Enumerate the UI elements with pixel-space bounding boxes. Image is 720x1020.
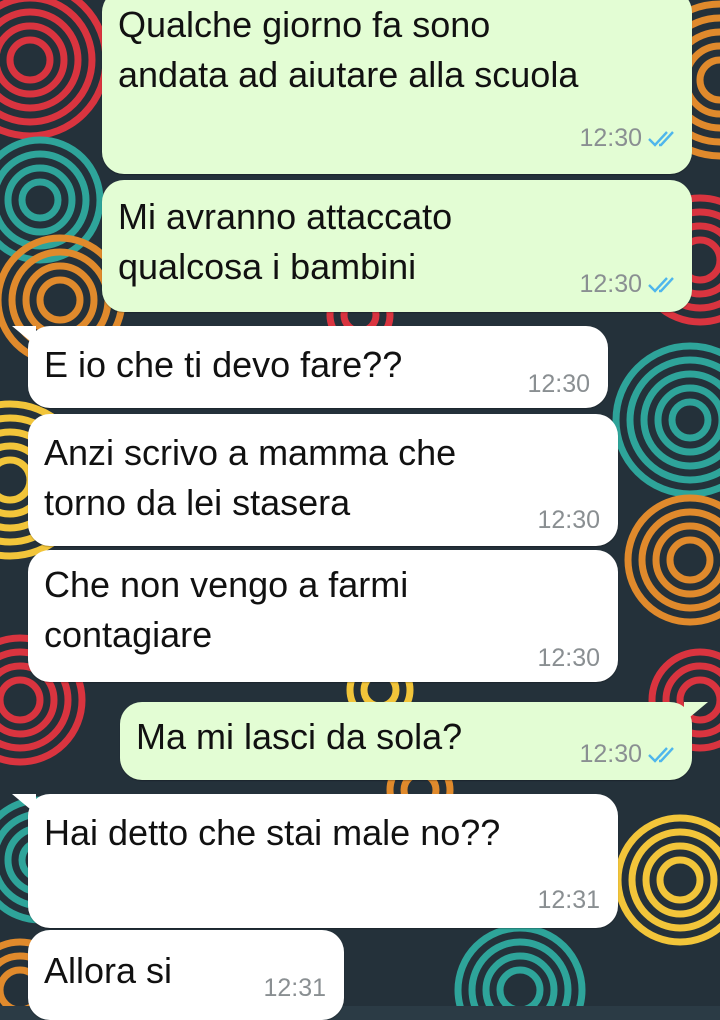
bubble-tail	[12, 326, 36, 346]
message-text: Che non vengo a farmi contagiare	[44, 564, 409, 655]
double-check-icon	[648, 746, 674, 763]
message-text: Qualche giorno fa sono andata ad aiutare…	[118, 4, 579, 95]
message-bubble-incoming[interactable]: Anzi scrivo a mamma che torno da lei sta…	[28, 414, 618, 546]
message-time: 12:30	[579, 270, 642, 298]
message-text: Mi avranno attaccato qualcosa i bambini	[118, 196, 453, 287]
bubble-tail	[12, 794, 36, 814]
double-check-icon	[648, 276, 674, 293]
message-bubble-incoming[interactable]: Allora si 12:31	[28, 930, 344, 1020]
message-meta: 12:30	[537, 644, 600, 673]
message-meta: 12:30	[579, 270, 678, 299]
message-bubble-incoming[interactable]: Che non vengo a farmi contagiare 12:30	[28, 550, 618, 682]
message-time: 12:30	[537, 644, 600, 672]
message-time: 12:30	[579, 124, 642, 152]
bubble-tail	[684, 702, 708, 722]
message-meta: 12:31	[537, 886, 600, 915]
message-text: Anzi scrivo a mamma che torno da lei sta…	[44, 432, 457, 523]
message-text: Ma mi lasci da sola?	[136, 716, 463, 757]
message-bubble-outgoing[interactable]: Qualche giorno fa sono andata ad aiutare…	[102, 0, 692, 174]
message-meta: 12:30	[527, 370, 590, 399]
message-time: 12:30	[537, 506, 600, 534]
message-meta: 12:30	[579, 740, 678, 769]
message-time: 12:31	[537, 886, 600, 914]
message-time: 12:30	[579, 740, 642, 768]
message-text: Hai detto che stai male no??	[44, 812, 501, 853]
message-meta: 12:30	[537, 506, 600, 535]
message-text: E io che ti devo fare??	[44, 344, 403, 385]
message-time: 12:30	[527, 370, 590, 398]
message-bubble-incoming[interactable]: Hai detto che stai male no?? 12:31	[28, 794, 618, 928]
message-time: 12:31	[263, 974, 326, 1002]
double-check-icon	[648, 130, 674, 147]
message-bubble-outgoing[interactable]: Mi avranno attaccato qualcosa i bambini …	[102, 180, 692, 312]
message-meta: 12:31	[263, 974, 326, 1003]
message-text: Allora si	[44, 950, 173, 991]
message-meta: 12:30	[579, 124, 678, 153]
message-bubble-incoming[interactable]: E io che ti devo fare?? 12:30	[28, 326, 608, 408]
message-bubble-outgoing[interactable]: Ma mi lasci da sola? 12:30	[120, 702, 692, 780]
